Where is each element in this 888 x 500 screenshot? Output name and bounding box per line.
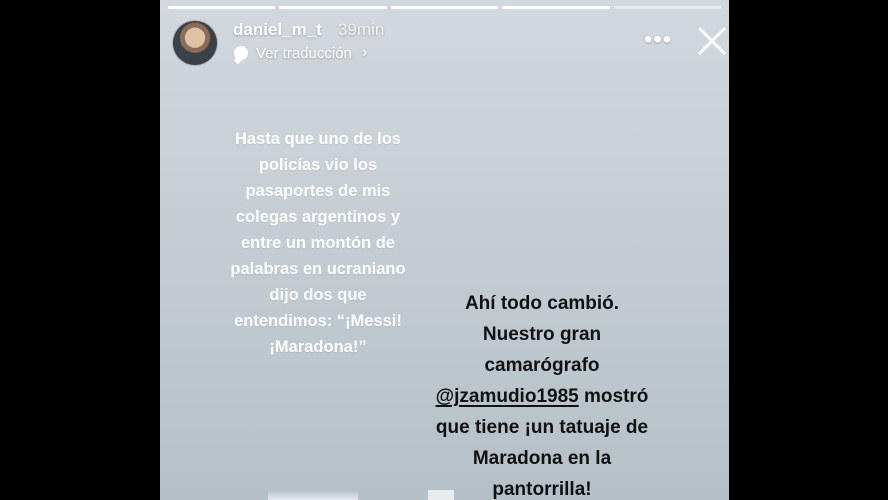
text-line: ¡Maradona!” xyxy=(269,338,367,356)
text-line: colegas argentinos y xyxy=(235,208,401,226)
text-line: @jzamudio1985 mostró xyxy=(403,381,681,412)
text-line: camarógrafo xyxy=(484,355,600,376)
story-viewer[interactable]: daniel_m_t 39min Ver traducción › ••• Ha… xyxy=(160,0,729,500)
story-text-black: Ahí todo cambió. Nuestro gran camarógraf… xyxy=(403,288,681,500)
text-line: Hasta que uno de los xyxy=(235,130,401,148)
text-line: que tiene ¡un tatuaje de xyxy=(435,417,649,438)
progress-segment xyxy=(390,6,499,9)
text-line: policías vio los xyxy=(258,156,378,174)
more-options-icon[interactable]: ••• xyxy=(644,26,672,54)
chevron-right-icon: › xyxy=(361,44,368,61)
text-line: entre un montón de xyxy=(241,234,395,252)
text-line: Ahí todo cambió. xyxy=(464,293,620,314)
translate-label: Ver traducción xyxy=(256,44,352,62)
username[interactable]: daniel_m_t xyxy=(233,20,322,40)
text-fragment: mostró xyxy=(578,386,649,407)
progress-segment xyxy=(279,6,387,9)
background-detail xyxy=(428,490,454,500)
story-text-white: Hasta que uno de los policías vio los pa… xyxy=(206,126,430,360)
translate-button[interactable]: Ver traducción › xyxy=(234,44,367,62)
speech-bubble-icon xyxy=(234,46,248,60)
mention-link[interactable]: @jzamudio1985 xyxy=(436,386,579,407)
text-line: entendimos: “¡Messi! xyxy=(234,312,402,330)
text-line: palabras en ucraniano xyxy=(230,260,406,278)
text-line: dijo dos que xyxy=(269,286,367,304)
text-line: pasaportes de mis xyxy=(245,182,391,200)
progress-segment xyxy=(502,6,610,9)
post-time: 39min xyxy=(338,20,385,39)
text-line: Maradona en la xyxy=(472,448,612,469)
progress-segment xyxy=(613,6,722,9)
background-detail xyxy=(268,490,358,500)
progress-segment xyxy=(168,6,276,9)
close-icon[interactable] xyxy=(697,26,727,56)
text-line: Nuestro gran xyxy=(482,324,602,345)
avatar[interactable] xyxy=(172,20,218,66)
story-progress-bar xyxy=(168,6,722,9)
